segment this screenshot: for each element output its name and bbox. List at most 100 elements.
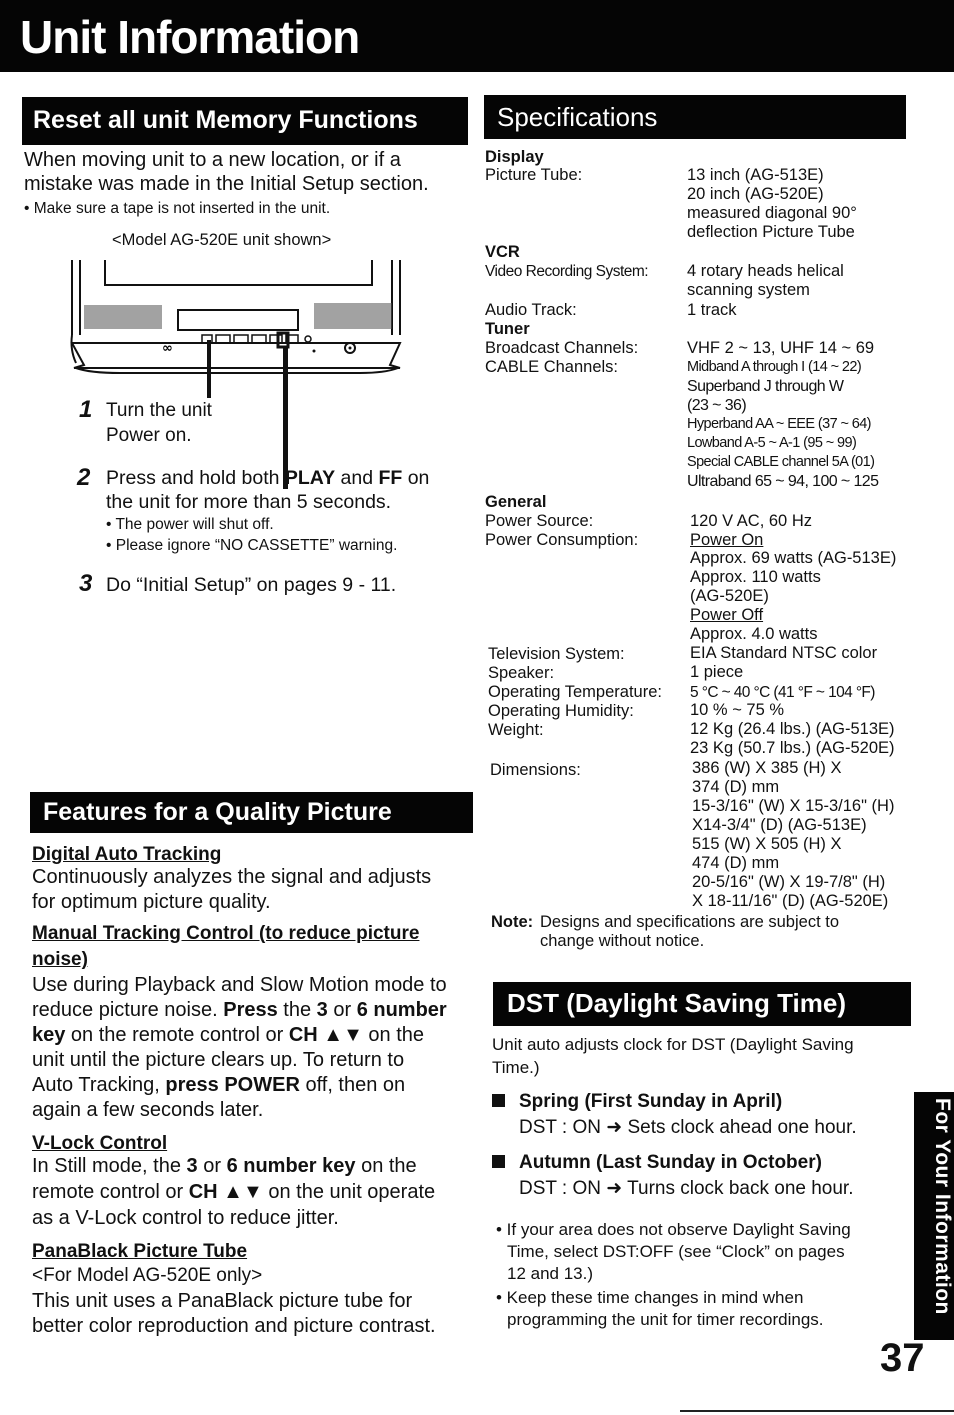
figure-caption: <Model AG-520E unit shown> — [112, 231, 332, 249]
spec-note-text: Designs and specifications are subject t… — [540, 913, 839, 931]
spec-label: Power Consumption: — [485, 531, 639, 549]
reset-intro-line1: When moving unit to a new location, or i… — [24, 149, 401, 171]
spec-label: Power Source: — [485, 512, 594, 530]
specs-section-header: Specifications — [484, 95, 906, 139]
feature-text-part: or — [197, 1155, 227, 1177]
spec-value: 20-5/16" (W) X 19-7/8" (H) — [692, 873, 886, 891]
step-2-sub2: • Please ignore “NO CASSETTE” warning. — [106, 537, 398, 554]
feature-title-manual-tracking: Manual Tracking Control (to reduce pictu… — [32, 923, 420, 944]
feature-text-part: on the — [362, 1024, 425, 1046]
feature-text-part: Use during Playback and Slow Motion mode… — [32, 974, 447, 996]
dst-section-header: DST (Daylight Saving Time) — [493, 982, 911, 1026]
feature-text: This unit uses a PanaBlack picture tube … — [32, 1290, 413, 1312]
spec-value: Hyperband AA ~ EEE (37 ~ 64) — [687, 416, 872, 432]
side-tab-label: For Your Information — [931, 1098, 954, 1315]
feature-text: as a V-Lock control to reduce jitter. — [32, 1206, 339, 1230]
dst-item-autumn: Autumn (Last Sunday in October) — [492, 1152, 822, 1174]
feature-text-bold: 6 number key — [226, 1155, 356, 1177]
dst-heading: DST (Daylight Saving Time) — [507, 988, 847, 1018]
spec-value: 23 Kg (50.7 lbs.) (AG-520E) — [690, 739, 895, 757]
spec-label: Speaker: — [488, 664, 555, 682]
dst-note: • Keep these time changes in mind when — [496, 1288, 804, 1307]
step-1-line1: Turn the unit — [106, 400, 212, 421]
feature-text-part: as a V-Lock control to reduce jitter. — [32, 1207, 339, 1229]
spec-value: deflection Picture Tube — [687, 223, 855, 241]
features-section-header: Features for a Quality Picture — [30, 792, 473, 833]
feature-title-panablack: PanaBlack Picture Tube — [32, 1241, 248, 1262]
dst-note: 12 and 13.) — [507, 1264, 594, 1283]
spec-value: Ultraband 65 ~ 94, 100 ~ 125 — [687, 473, 879, 490]
bottom-rule — [680, 1410, 954, 1412]
spec-category-general: General — [485, 493, 547, 511]
spec-label: Video Recording System: — [485, 263, 649, 280]
spec-value: 10 % ~ 75 % — [690, 701, 785, 719]
dst-item-title: Autumn (Last Sunday in October) — [519, 1152, 822, 1173]
play-key-label: PLAY — [284, 467, 336, 489]
step-2-text: on — [402, 467, 430, 489]
feature-text-part: on the — [355, 1155, 417, 1177]
spec-value: Special CABLE channel 5A (01) — [687, 454, 875, 470]
step-1-number: 1 — [79, 396, 93, 423]
spec-label: Dimensions: — [490, 761, 581, 779]
spec-subheading-power-off: Power Off — [690, 606, 764, 624]
spec-value: 120 V AC, 60 Hz — [690, 512, 812, 530]
step-2-number: 2 — [77, 464, 91, 491]
spec-label: Television System: — [488, 645, 625, 663]
spec-value: scanning system — [687, 281, 810, 299]
spec-value: Approx. 69 watts (AG-513E) — [690, 549, 897, 567]
spec-value: Approx. 110 watts — [690, 568, 821, 586]
spec-label: CABLE Channels: — [485, 358, 618, 376]
feature-text: remote control or CH ▲▼ on the unit oper… — [32, 1180, 435, 1204]
feature-text-part: or — [327, 999, 357, 1021]
spec-value: EIA Standard NTSC color — [690, 644, 878, 662]
page-header-bar: Unit Information — [0, 0, 954, 72]
step-3-line1: Do “Initial Setup” on pages 9 - 11. — [106, 574, 397, 596]
spec-label: Audio Track: — [485, 301, 577, 319]
page-title: Unit Information — [20, 11, 360, 63]
dst-note: Time, select DST:OFF (see “Clock” on pag… — [507, 1242, 845, 1261]
spec-value: 20 inch (AG-520E) — [687, 185, 824, 203]
spec-label: Weight: — [488, 721, 544, 739]
feature-text-bold: 3 — [316, 999, 328, 1021]
feature-text-part: the — [277, 999, 317, 1021]
spec-value: 12 Kg (26.4 lbs.) (AG-513E) — [690, 720, 895, 738]
feature-text-part: off, then on — [299, 1074, 406, 1096]
spec-value: Lowband A-5 ~ A-1 (95 ~ 99) — [687, 435, 857, 451]
feature-title-digital-auto-tracking: Digital Auto Tracking — [32, 844, 222, 865]
spec-label: Broadcast Channels: — [485, 339, 639, 357]
spec-value: Midband A through I (14 ~ 22) — [687, 359, 862, 375]
spec-value: (23 ~ 36) — [687, 397, 747, 414]
dst-item-detail: DST : ON ➜ Turns clock back one hour. — [519, 1178, 854, 1199]
spec-value: (AG-520E) — [690, 587, 769, 605]
features-heading: Features for a Quality Picture — [43, 798, 392, 826]
spec-category-tuner: Tuner — [485, 320, 530, 338]
spec-category-display: Display — [485, 148, 544, 166]
spec-label: Picture Tube: — [485, 166, 583, 184]
feature-text: unit until the picture clears up. To ret… — [32, 1048, 404, 1072]
feature-text-bold: CH ▲▼ — [188, 1181, 263, 1203]
feature-text-part: on the remote control or — [65, 1024, 289, 1046]
spec-value: VHF 2 ~ 13, UHF 14 ~ 69 — [687, 339, 875, 357]
spec-note-text: change without notice. — [540, 932, 705, 950]
step-3-number: 3 — [79, 570, 93, 597]
spec-value: 374 (D) mm — [692, 778, 780, 796]
spec-label: Operating Temperature: — [488, 683, 662, 701]
feature-title-v-lock: V-Lock Control — [32, 1133, 168, 1154]
feature-text-bold: key — [32, 1024, 66, 1046]
dst-note: • If your area does not observe Daylight… — [496, 1220, 851, 1239]
feature-text-part: remote control or — [32, 1181, 189, 1203]
dst-intro-line2: Time.) — [492, 1058, 540, 1077]
reset-section-header: Reset all unit Memory Functions — [22, 97, 468, 145]
spec-value: 386 (W) X 385 (H) X — [692, 759, 842, 777]
spec-value: Approx. 4.0 watts — [690, 625, 818, 643]
reset-note: • Make sure a tape is not inserted in th… — [24, 200, 331, 217]
feature-text: for optimum picture quality. — [32, 891, 271, 913]
spec-subheading-power-on: Power On — [690, 531, 764, 549]
feature-text: reduce picture noise. Press the 3 or 6 n… — [32, 998, 447, 1022]
step-2-text: Press and hold both — [106, 467, 285, 489]
spec-value: Superband J through W — [687, 378, 844, 395]
spec-value: 474 (D) mm — [692, 854, 780, 872]
spec-value: 1 piece — [690, 663, 744, 681]
feature-text-part: unit until the picture clears up. To ret… — [32, 1049, 405, 1071]
page-number: 37 — [880, 1336, 925, 1380]
